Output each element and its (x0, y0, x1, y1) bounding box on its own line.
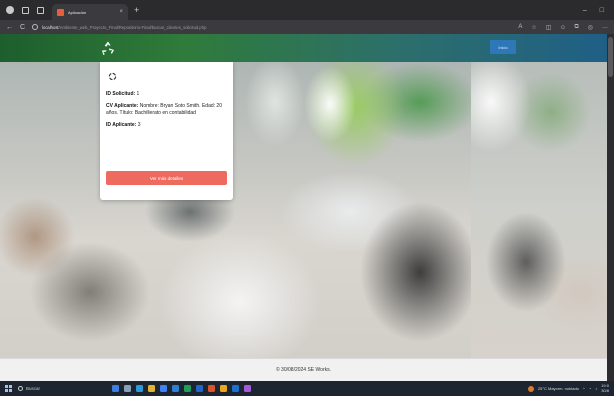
volume-icon[interactable]: ♪ (595, 386, 597, 391)
recycle-icon (108, 72, 117, 81)
powerpoint-icon[interactable] (208, 385, 215, 392)
mail-icon[interactable] (172, 385, 179, 392)
new-tab-button[interactable]: + (134, 5, 139, 15)
browser-tab[interactable]: Aplicación × (52, 4, 128, 20)
app2-icon[interactable] (244, 385, 251, 392)
weather-text[interactable]: 25°C Mayorm. nublado (538, 386, 579, 391)
reload-icon[interactable]: C (20, 24, 25, 31)
favicon-icon (57, 8, 64, 16)
url-text: localhost/Ambiente_web_Proyecto_Final/Re… (42, 24, 207, 30)
id-solicitud-value: 1 (135, 91, 140, 97)
minimize-icon[interactable]: – (583, 7, 587, 14)
home-button[interactable]: Inicio (490, 40, 516, 54)
profile-icon[interactable] (6, 6, 14, 14)
taskbar: Buscar 25°C Mayorm. nublado ^ ◔ ♪ 19:0 3… (0, 381, 614, 396)
office-photo-repeat (471, 62, 607, 358)
favorites-icon[interactable]: ✩ (560, 24, 565, 31)
id-aplicante-label: ID Aplicante: (106, 122, 137, 128)
collections-icon[interactable]: ⧉ (574, 24, 578, 31)
id-aplicante-value: 3 (136, 122, 141, 128)
system-tray: 25°C Mayorm. nublado ^ ◔ ♪ 19:0 30/8 (527, 383, 609, 393)
page-viewport: Inicio ID Solicitud: 1 CV Aplicante: Nom… (0, 34, 607, 381)
tab-close-icon[interactable]: × (119, 9, 123, 15)
id-aplicante: ID Aplicante: 3 (106, 122, 227, 129)
file-explorer-icon[interactable] (148, 385, 155, 392)
recycle-logo-icon[interactable] (100, 40, 116, 56)
hero-background: ID Solicitud: 1 CV Aplicante: Nombre: Br… (0, 62, 607, 358)
browser-toolbar: A ☆ ◫ ✩ ⧉ ◎ … (518, 24, 608, 31)
office-photo (0, 62, 471, 358)
task-view-icon[interactable] (124, 385, 131, 392)
window-controls: – □ (583, 7, 614, 14)
weather-icon[interactable] (527, 385, 534, 392)
clock[interactable]: 19:0 30/8 (601, 383, 609, 393)
site-footer: © 30/08/2024 SE Works. (0, 358, 607, 381)
word-icon[interactable] (196, 385, 203, 392)
browser-titlebar: Aplicación × + – □ (0, 0, 614, 20)
favorite-icon[interactable]: ☆ (531, 24, 536, 31)
view-details-button[interactable]: Ver más detalles (106, 171, 227, 185)
copilot-icon[interactable]: ◎ (588, 24, 593, 31)
site-info-icon[interactable] (32, 24, 39, 30)
maximize-icon[interactable]: □ (600, 7, 604, 14)
solicitud-card: ID Solicitud: 1 CV Aplicante: Nombre: Br… (100, 62, 233, 200)
wifi-icon[interactable]: ◔ (589, 386, 591, 391)
clock-date: 30/8 (601, 387, 609, 393)
taskbar-apps (112, 385, 251, 392)
taskbar-search[interactable]: Buscar (18, 384, 88, 394)
windows-start-icon[interactable] (5, 385, 12, 392)
vscode-icon[interactable] (232, 385, 239, 392)
footer-copyright: © 30/08/2024 SE Works. (275, 367, 331, 373)
id-solicitud: ID Solicitud: 1 (106, 91, 227, 98)
site-header: Inicio (0, 34, 607, 62)
address-bar: ← C localhost/Ambiente_web_Proyecto_Fina… (0, 20, 614, 34)
tab-title: Aplicación (68, 9, 87, 15)
cv-aplicante: CV Aplicante: Nombre: Bryan Soto Smith. … (106, 103, 227, 117)
split-screen-icon[interactable]: ◫ (546, 24, 552, 31)
cv-aplicante-label: CV Aplicante: (106, 103, 139, 109)
search-placeholder: Buscar (26, 386, 41, 391)
excel-icon[interactable] (184, 385, 191, 392)
widgets-icon[interactable] (112, 385, 119, 392)
app-icon[interactable] (220, 385, 227, 392)
menu-icon[interactable]: … (602, 24, 608, 31)
read-aloud-icon[interactable]: A (518, 24, 522, 31)
tab-actions-icon[interactable] (37, 6, 44, 14)
scrollbar-thumb[interactable] (608, 37, 613, 77)
search-icon (18, 386, 23, 391)
edge-icon[interactable] (136, 385, 143, 392)
page-scrollbar[interactable] (607, 34, 614, 381)
url-field[interactable]: localhost/Ambiente_web_Proyecto_Final/Re… (32, 22, 511, 32)
workspaces-icon[interactable] (22, 6, 29, 14)
tray-chevron-icon[interactable]: ^ (583, 386, 585, 391)
back-icon[interactable]: ← (6, 24, 13, 31)
id-solicitud-label: ID Solicitud: (106, 91, 136, 97)
store-icon[interactable] (160, 385, 167, 392)
